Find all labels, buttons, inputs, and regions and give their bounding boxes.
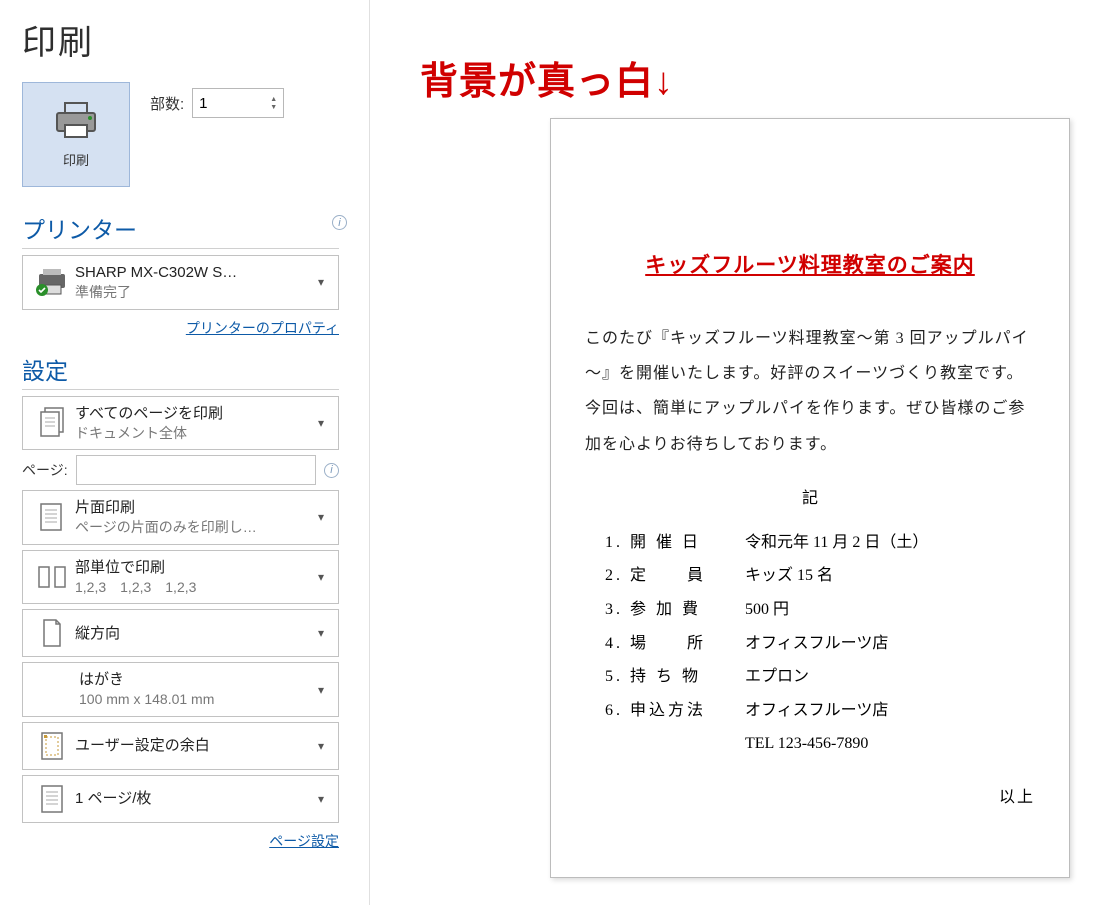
print-button-label: 印刷 (63, 150, 89, 169)
document-list-row: 6. 申込方法オフィスフルーツ店 (605, 694, 1035, 728)
document-list-row: 1. 開 催 日令和元年 11 月 2 日（土） (605, 526, 1035, 560)
pages-per-sheet-selector[interactable]: 1 ページ/枚 ▾ (22, 775, 339, 823)
info-icon[interactable]: i (324, 463, 339, 478)
copies-value: 1 (199, 95, 207, 112)
print-range-selector[interactable]: すべてのページを印刷 ドキュメント全体 ▾ (22, 396, 339, 451)
chevron-down-icon: ▾ (312, 275, 330, 289)
pages-label: ページ: (22, 460, 68, 480)
orientation-selector[interactable]: 縦方向 ▾ (22, 609, 339, 657)
print-button[interactable]: 印刷 (22, 82, 130, 187)
annotation-text: 背景が真っ白↓ (420, 50, 674, 105)
page-per-sheet-icon (29, 782, 75, 816)
margins-selector[interactable]: ユーザー設定の余白 ▾ (22, 722, 339, 770)
copies-input[interactable]: 1 ▲▼ (192, 88, 284, 118)
print-preview-page: キッズフルーツ料理教室のご案内 このたび『キッズフルーツ料理教室～第 3 回アッ… (550, 118, 1070, 878)
margins-icon (29, 729, 75, 763)
settings-section-heading: 設定 (22, 352, 339, 390)
page-setup-link[interactable]: ページ設定 (269, 833, 339, 849)
printer-name: SHARP MX-C302W S… (75, 262, 312, 283)
document-list: 1. 開 催 日令和元年 11 月 2 日（土）2. 定 員キッズ 15 名3.… (585, 526, 1035, 728)
pages-icon (29, 406, 75, 440)
chevron-down-icon: ▾ (312, 683, 330, 697)
printer-selector[interactable]: SHARP MX-C302W S… 準備完了 ▾ (22, 255, 339, 310)
document-tel: TEL 123-456-7890 (585, 727, 1035, 761)
spinner-icon[interactable]: ▲▼ (270, 96, 277, 111)
collation-icon (29, 563, 75, 591)
chevron-down-icon: ▾ (312, 792, 330, 806)
document-list-row: 3. 参 加 費500 円 (605, 593, 1035, 627)
chevron-down-icon: ▾ (312, 570, 330, 584)
pages-input[interactable] (76, 455, 316, 485)
printer-icon (51, 101, 101, 144)
printer-properties-link[interactable]: プリンターのプロパティ (186, 320, 339, 336)
document-body: このたび『キッズフルーツ料理教室～第 3 回アップルパイ～』を開催いたします。好… (585, 321, 1035, 462)
document-list-row: 4. 場 所オフィスフルーツ店 (605, 627, 1035, 661)
single-side-icon (29, 500, 75, 534)
collation-selector[interactable]: 部単位で印刷 1,2,3 1,2,3 1,2,3 ▾ (22, 550, 339, 605)
page-title: 印刷 (22, 15, 339, 64)
chevron-down-icon: ▾ (312, 739, 330, 753)
document-ki: 記 (585, 484, 1035, 508)
chevron-down-icon: ▾ (312, 510, 330, 524)
document-ijou: 以上 (585, 783, 1035, 807)
printer-section-heading: プリンター i (22, 211, 339, 249)
document-list-row: 2. 定 員キッズ 15 名 (605, 559, 1035, 593)
chevron-down-icon: ▾ (312, 416, 330, 430)
document-list-row: 5. 持 ち 物エプロン (605, 660, 1035, 694)
copies-label: 部数: (150, 93, 184, 114)
paper-selector[interactable]: はがき 100 mm x 148.01 mm ▾ (22, 662, 339, 717)
portrait-icon (29, 616, 75, 650)
printer-ready-icon (29, 267, 75, 297)
info-icon[interactable]: i (332, 215, 347, 230)
printer-status: 準備完了 (75, 283, 312, 303)
document-title: キッズフルーツ料理教室のご案内 (585, 249, 1035, 279)
chevron-down-icon: ▾ (312, 626, 330, 640)
duplex-selector[interactable]: 片面印刷 ページの片面のみを印刷し… ▾ (22, 490, 339, 545)
